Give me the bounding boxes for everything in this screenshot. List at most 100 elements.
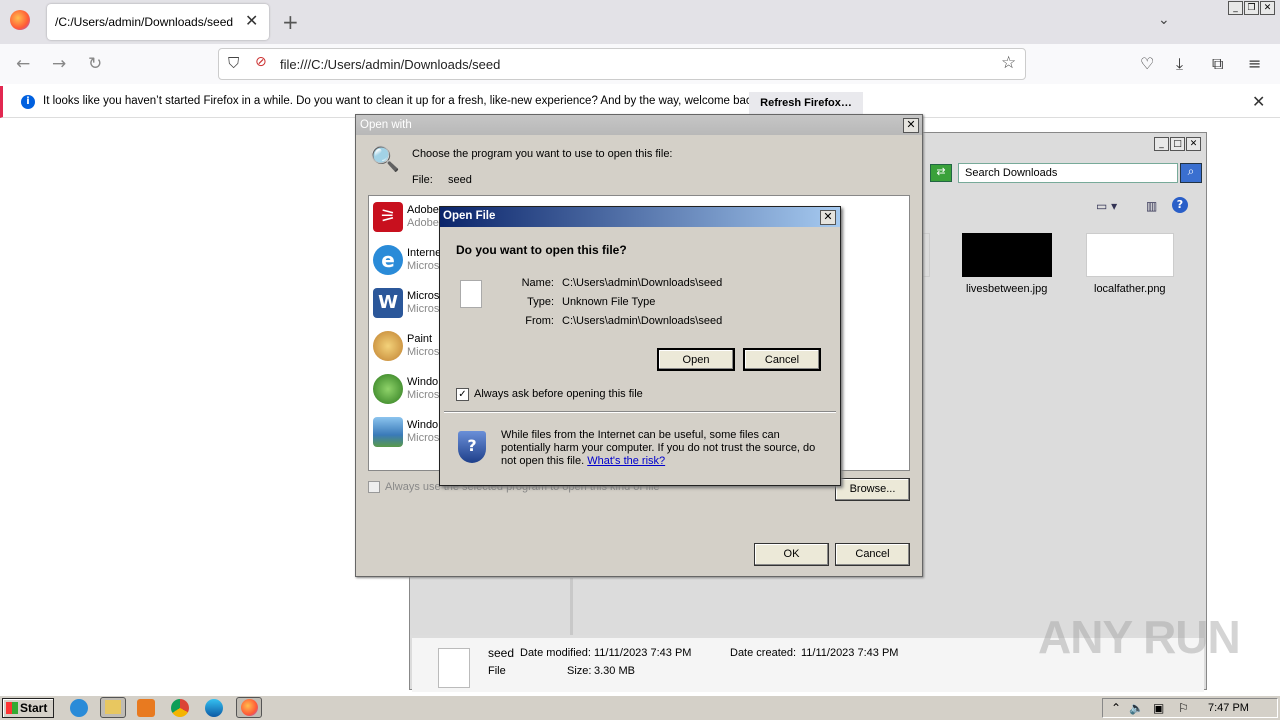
network-icon[interactable]: ▣ — [1153, 701, 1164, 715]
name-label: Name: — [521, 277, 554, 289]
details-name: seed — [488, 646, 515, 660]
pdf-icon: ⚞ — [373, 202, 403, 232]
start-label: Start — [20, 701, 48, 715]
pocket-icon[interactable]: ♡ — [1140, 54, 1154, 73]
cancel-button[interactable]: Cancel — [743, 348, 821, 371]
windows-logo-icon — [6, 702, 18, 714]
edge-icon[interactable] — [205, 699, 223, 717]
help-icon[interactable]: ? — [1172, 197, 1188, 213]
nav-bar: ← → ↻ ⛉ ⊘ file:///C:/Users/admin/Downloa… — [0, 44, 1280, 84]
shield-icon[interactable]: ⛉ — [228, 54, 239, 72]
media-player-icon — [373, 374, 403, 404]
dialog-title-bar[interactable]: Open File ✕ — [440, 207, 840, 227]
size-value: 3.30 MB — [594, 665, 635, 677]
always-ask-label[interactable]: Always ask before opening this file — [474, 388, 643, 400]
minimize-button[interactable]: _ — [1228, 1, 1243, 15]
firefox-icon[interactable] — [10, 10, 30, 30]
views-icon[interactable]: ▭ ▾ — [1096, 199, 1117, 213]
forward-icon[interactable]: → — [52, 54, 66, 74]
open-button[interactable]: Open — [657, 348, 735, 371]
volume-icon[interactable]: 🔈 — [1129, 701, 1144, 715]
url-text[interactable]: file:///C:/Users/admin/Downloads/seed — [280, 57, 500, 72]
anyrun-watermark: ANY RUN — [1038, 611, 1241, 663]
search-icon[interactable]: ⌕ — [1180, 163, 1202, 183]
chrome-icon[interactable] — [171, 699, 189, 717]
page-info-icon[interactable]: ⊘ — [255, 54, 267, 70]
extensions-icon[interactable]: ⧉ — [1212, 54, 1223, 74]
document-icon — [460, 280, 482, 308]
start-button[interactable]: Start — [2, 698, 54, 718]
ok-button[interactable]: OK — [754, 543, 829, 566]
search-input[interactable]: Search Downloads — [958, 163, 1178, 183]
ie-icon: e — [373, 245, 403, 275]
open-file-dialog: Open File ✕ Do you want to open this fil… — [439, 206, 841, 486]
close-window-button[interactable]: ✕ — [1260, 1, 1275, 15]
new-tab-icon[interactable]: + — [282, 10, 299, 34]
type-label: Type: — [527, 296, 554, 308]
thumbnail-label[interactable]: livesbetween.jpg — [966, 283, 1047, 295]
pane-divider[interactable] — [570, 578, 573, 638]
details-type: File — [488, 665, 506, 677]
paint-icon — [373, 331, 403, 361]
explorer-window-controls: _ □ ✕ — [1154, 137, 1201, 151]
always-use-checkbox[interactable] — [368, 481, 380, 493]
thumbnail-livesbetween[interactable] — [962, 233, 1052, 277]
close-window-button[interactable]: ✕ — [1186, 137, 1201, 151]
search-placeholder: Search Downloads — [965, 167, 1058, 179]
menu-icon[interactable]: ≡ — [1248, 54, 1261, 73]
close-button[interactable]: ✕ — [903, 118, 919, 133]
show-hidden-icons-icon[interactable]: ⌃ — [1111, 701, 1121, 715]
url-bar[interactable]: ⛉ ⊘ file:///C:/Users/admin/Downloads/see… — [218, 48, 1026, 80]
type-value: Unknown File Type — [562, 296, 656, 308]
preview-pane-icon[interactable]: ▥ — [1146, 199, 1157, 213]
photo-viewer-icon — [373, 417, 403, 447]
word-icon: W — [373, 288, 403, 318]
window-controls: _ ❐ ✕ — [1228, 1, 1275, 15]
close-tab-icon[interactable]: ✕ — [245, 11, 258, 30]
firefox-taskbar-button[interactable] — [236, 697, 262, 718]
security-warning: While files from the Internet can be use… — [501, 429, 831, 468]
thumbnail-label[interactable]: localfather.png — [1094, 283, 1166, 295]
notification-text: It looks like you haven’t started Firefo… — [43, 95, 761, 107]
close-button[interactable]: ✕ — [820, 210, 836, 225]
tab-seed[interactable]: /C:/Users/admin/Downloads/seed ✕ — [47, 4, 269, 40]
explorer-taskbar-button[interactable] — [100, 697, 126, 718]
info-icon: i — [21, 95, 35, 109]
dialog-prompt: Choose the program you want to use to op… — [412, 148, 673, 160]
dialog-title: Open with — [360, 119, 412, 131]
refresh-icon[interactable]: ⇄ — [930, 164, 952, 182]
close-icon[interactable]: ✕ — [1252, 92, 1265, 111]
from-value: C:\Users\admin\Downloads\seed — [562, 315, 723, 327]
ie-icon[interactable] — [70, 699, 88, 717]
tab-bar: /C:/Users/admin/Downloads/seed ✕ + ⌄ _ ❐… — [0, 0, 1280, 44]
action-center-flag-icon[interactable]: ⚐ — [1178, 701, 1189, 715]
divider — [444, 411, 836, 413]
from-label: From: — [525, 315, 554, 327]
always-ask-checkbox[interactable]: ✓ — [456, 388, 469, 401]
dialog-title-bar[interactable]: Open with ✕ — [356, 115, 922, 135]
cancel-button[interactable]: Cancel — [835, 543, 910, 566]
clock[interactable]: 7:47 PM — [1208, 702, 1249, 714]
minimize-button[interactable]: _ — [1154, 137, 1169, 151]
thumbnail-partial[interactable] — [922, 233, 930, 277]
media-player-icon[interactable] — [137, 699, 155, 717]
bookmark-star-icon[interactable]: ☆ — [1001, 53, 1016, 73]
file-name: seed — [448, 174, 472, 186]
refresh-firefox-button[interactable]: Refresh Firefox… — [749, 92, 863, 114]
maximize-button[interactable]: □ — [1170, 137, 1185, 151]
browse-button[interactable]: Browse... — [835, 478, 910, 501]
security-shield-icon: ? — [458, 431, 486, 463]
size-label: Size: — [567, 665, 592, 677]
created-label: Date created: — [730, 647, 797, 659]
thumbnail-localfather[interactable] — [1086, 233, 1174, 277]
restore-button[interactable]: ❐ — [1244, 1, 1259, 15]
modified-label: Date modified: — [520, 647, 591, 659]
back-icon[interactable]: ← — [16, 54, 30, 74]
download-icon[interactable]: ⤓ — [1176, 54, 1183, 74]
chevron-down-icon[interactable]: ⌄ — [1158, 12, 1170, 28]
tab-title: /C:/Users/admin/Downloads/seed — [55, 15, 234, 29]
system-tray: ⌃ 🔈 ▣ ⚐ — [1102, 698, 1278, 718]
reload-icon[interactable]: ↻ — [88, 54, 102, 74]
whats-the-risk-link[interactable]: What's the risk? — [587, 455, 665, 467]
name-value: C:\Users\admin\Downloads\seed — [562, 277, 723, 289]
